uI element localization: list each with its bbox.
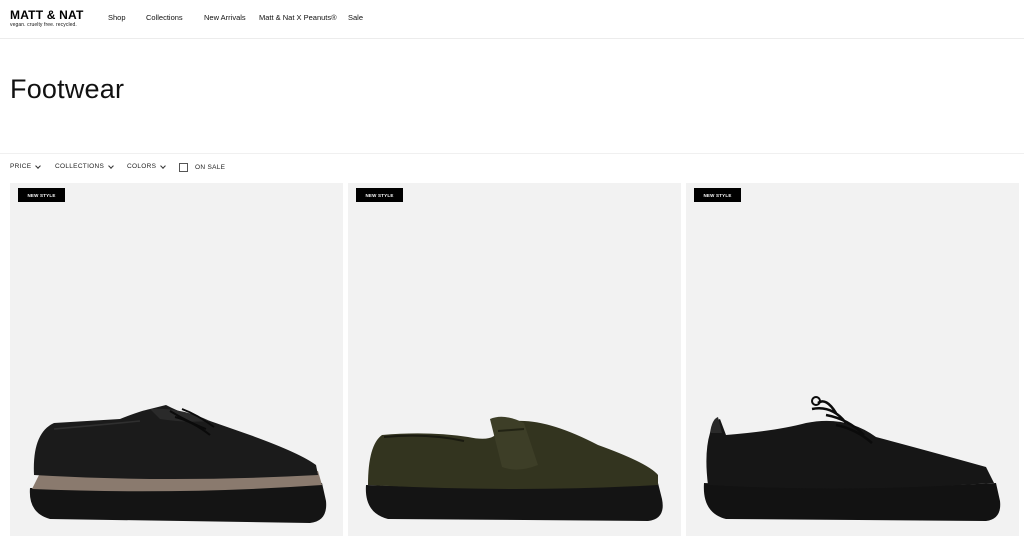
on-sale-checkbox[interactable] bbox=[179, 163, 188, 172]
divider bbox=[0, 153, 1024, 154]
filter-on-sale-label: ON SALE bbox=[195, 164, 226, 171]
nav-item-shop[interactable]: Shop bbox=[108, 13, 126, 22]
chevron-down-icon bbox=[35, 162, 42, 169]
filter-collections-label: COLLECTIONS bbox=[55, 163, 105, 170]
product-card[interactable]: NEW STYLE bbox=[348, 183, 681, 536]
page-title: Footwear bbox=[10, 74, 125, 104]
site-header: MATT & NAT vegan. cruelty free. recycled… bbox=[0, 0, 1024, 39]
brand-name: MATT & NAT bbox=[10, 8, 84, 22]
filter-colors[interactable]: COLORS bbox=[127, 162, 167, 170]
olive-loafer-image bbox=[365, 416, 663, 521]
black-lace-up-shoe-image bbox=[29, 405, 327, 523]
filter-colors-label: COLORS bbox=[127, 163, 157, 170]
product-card[interactable]: NEW STYLE bbox=[686, 183, 1019, 536]
nav-item-peanuts[interactable]: Matt & Nat X Peanuts® bbox=[259, 13, 337, 22]
nav-item-new-arrivals[interactable]: New Arrivals bbox=[204, 13, 246, 22]
filter-price-label: PRICE bbox=[10, 163, 32, 170]
nav-item-sale[interactable]: Sale bbox=[348, 13, 363, 22]
filter-on-sale[interactable]: ON SALE bbox=[179, 163, 225, 172]
chevron-down-icon bbox=[108, 162, 115, 169]
brand-logo[interactable]: MATT & NAT vegan. cruelty free. recycled… bbox=[10, 9, 84, 28]
product-card[interactable]: NEW STYLE bbox=[10, 183, 343, 536]
black-derby-shoe-image bbox=[703, 396, 1001, 521]
chevron-down-icon bbox=[160, 162, 167, 169]
filter-collections[interactable]: COLLECTIONS bbox=[55, 162, 115, 170]
nav-item-collections[interactable]: Collections bbox=[146, 13, 183, 22]
brand-tagline: vegan. cruelty free. recycled. bbox=[10, 22, 77, 28]
filter-price[interactable]: PRICE bbox=[10, 162, 42, 170]
